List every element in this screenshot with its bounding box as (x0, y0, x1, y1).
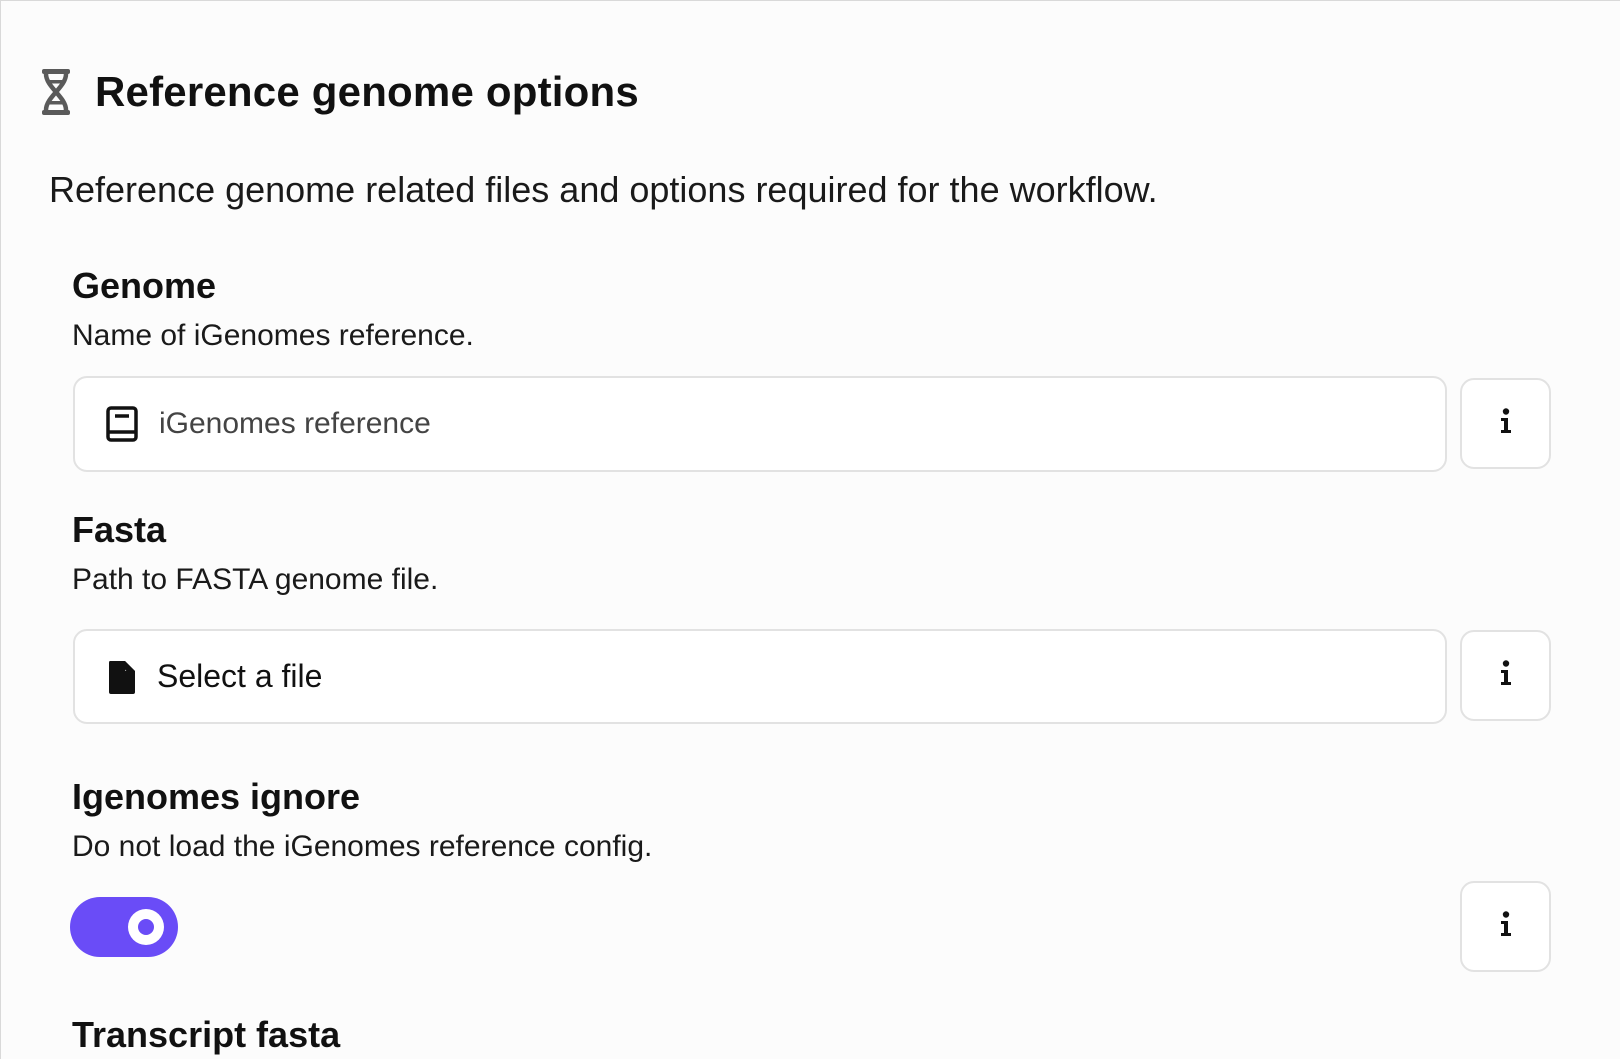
transcript-fasta-label: Transcript fasta (72, 1014, 341, 1055)
fasta-field: Fasta Path to FASTA genome file. (72, 509, 438, 597)
fasta-select-label: Select a file (157, 658, 323, 694)
genome-info-button[interactable] (1460, 378, 1551, 469)
fasta-file-select[interactable]: Select a file (73, 629, 1447, 724)
info-icon (1499, 408, 1513, 439)
section-title: Reference genome options (95, 68, 639, 115)
transcript-fasta-field: Transcript fasta (72, 1014, 340, 1056)
genome-input-container[interactable] (73, 376, 1447, 472)
genome-field: Genome Name of iGenomes reference. (72, 265, 474, 353)
section-description: Reference genome related files and optio… (49, 169, 1158, 210)
info-icon (1499, 660, 1513, 691)
igenomes-ignore-info-button[interactable] (1460, 881, 1551, 972)
genome-input[interactable] (157, 406, 1361, 442)
fasta-label: Fasta (72, 509, 167, 550)
reference-genome-options-panel: Reference genome options Reference genom… (0, 0, 1620, 1059)
igenomes-ignore-field: Igenomes ignore Do not load the iGenomes… (72, 776, 652, 864)
genome-label: Genome (72, 265, 217, 306)
file-icon (105, 658, 139, 696)
book-icon (105, 405, 139, 443)
section-header: Reference genome options (39, 67, 639, 117)
genome-help-text: Name of iGenomes reference. (72, 319, 474, 352)
toggle-knob (128, 909, 164, 945)
igenomes-ignore-label: Igenomes ignore (72, 776, 361, 817)
igenomes-ignore-help-text: Do not load the iGenomes reference confi… (72, 830, 653, 863)
dna-icon (39, 67, 73, 117)
fasta-info-button[interactable] (1460, 630, 1551, 721)
info-icon (1499, 911, 1513, 942)
fasta-help-text: Path to FASTA genome file. (72, 563, 439, 596)
igenomes-ignore-toggle[interactable] (70, 897, 178, 957)
